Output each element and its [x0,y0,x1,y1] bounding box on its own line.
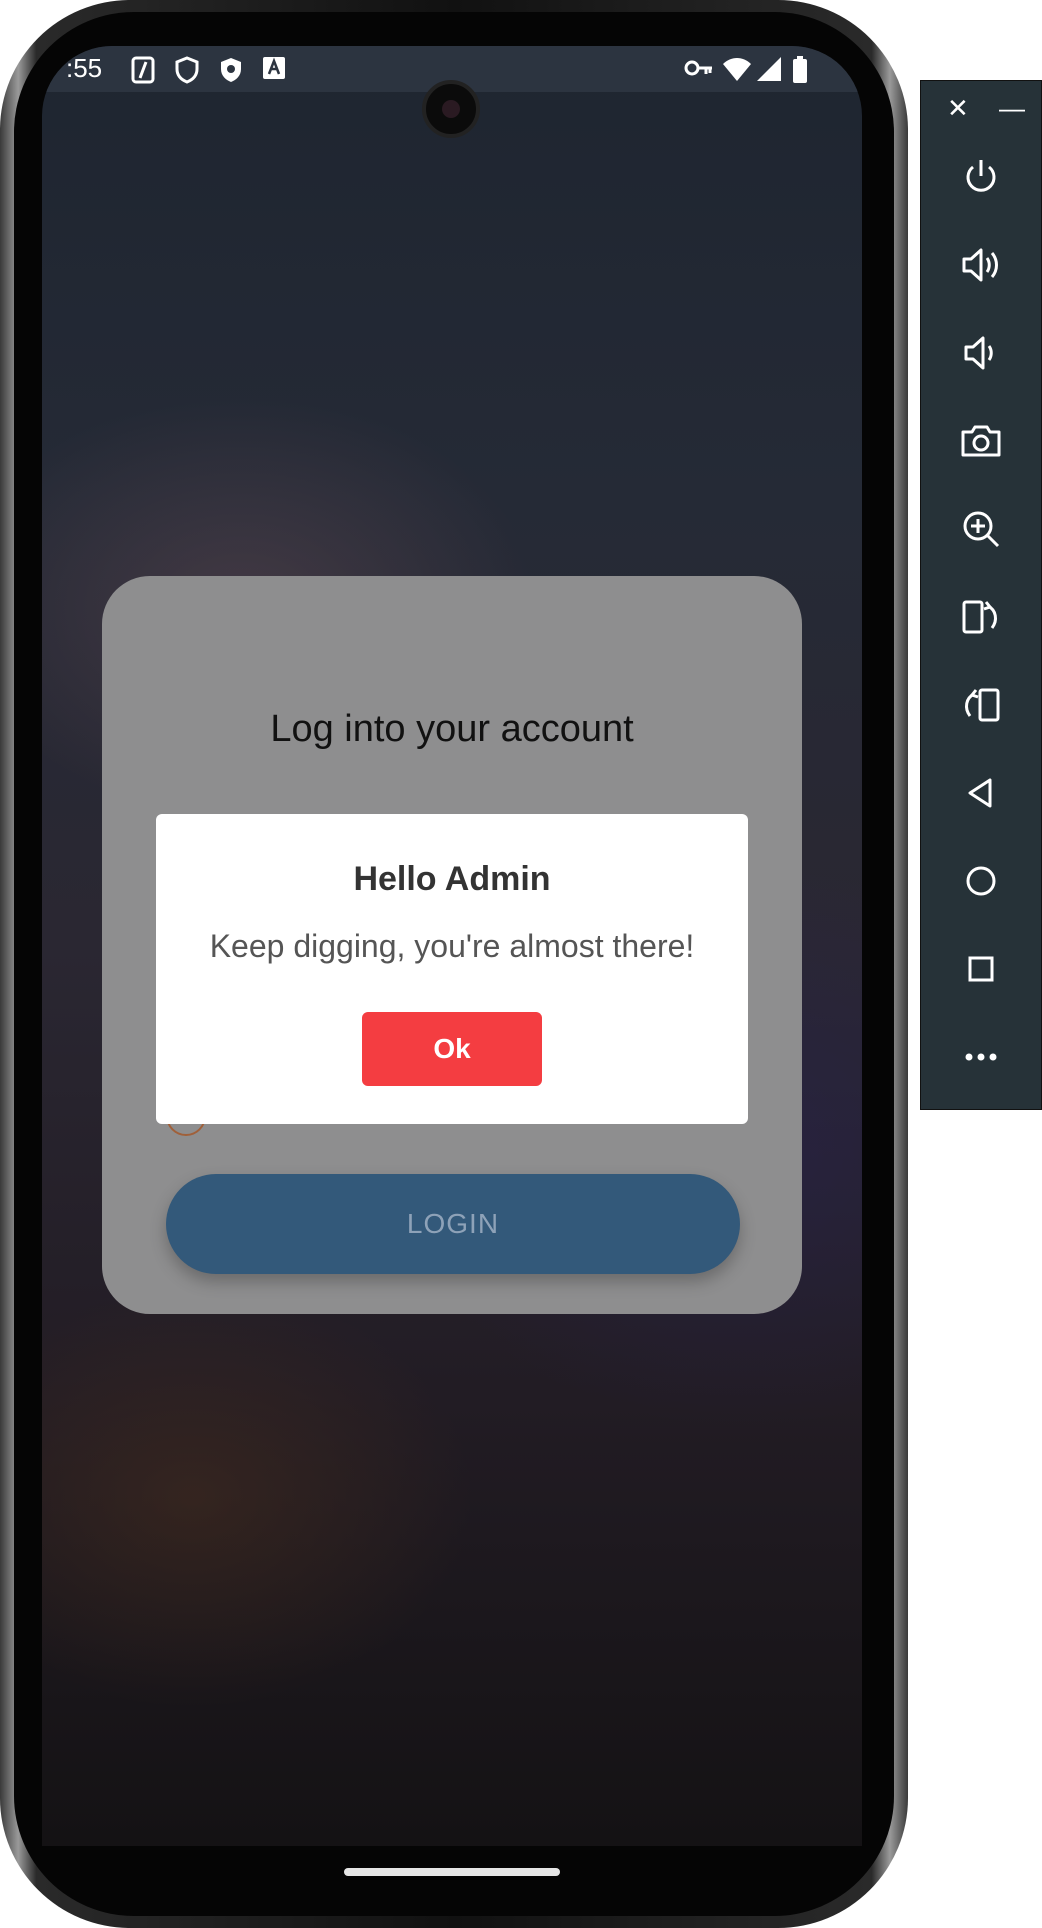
vpn-key-icon [684,56,714,86]
login-button[interactable]: LOGIN [166,1174,740,1274]
emulator-side-panel: ✕ — [920,80,1042,1110]
home-icon[interactable] [951,851,1011,911]
signal-icon [756,56,782,88]
shield-icon [174,56,200,90]
minimize-icon[interactable]: — [999,95,1025,121]
back-icon[interactable] [951,763,1011,823]
home-gesture-bar[interactable] [344,1868,560,1876]
panel-header: ✕ — [921,81,1041,141]
card-title: Log into your account [270,708,634,750]
wifi-icon [722,56,752,88]
battery-icon [792,56,808,90]
sim-icon [130,56,158,90]
rotate-right-icon[interactable] [951,675,1011,735]
shield-filled-icon [218,56,244,90]
zoom-in-icon[interactable] [951,499,1011,559]
font-a-icon [262,56,286,86]
power-icon[interactable] [951,147,1011,207]
rotate-left-icon[interactable] [951,587,1011,647]
camera-icon[interactable] [951,411,1011,471]
more-icon[interactable] [951,1027,1011,1087]
overview-icon[interactable] [951,939,1011,999]
device-screen: :55 Log into your account LOGIN Hello Ad… [42,46,862,1846]
ok-button[interactable]: Ok [362,1012,542,1086]
dialog-message: Keep digging, you're almost there! [209,928,695,964]
volume-down-icon[interactable] [951,323,1011,383]
close-icon[interactable]: ✕ [947,95,969,121]
alert-dialog: Hello Admin Keep digging, you're almost … [156,814,748,1124]
dialog-title: Hello Admin [353,860,551,898]
front-camera [422,80,480,138]
volume-up-icon[interactable] [951,235,1011,295]
status-time: :55 [66,53,103,83]
